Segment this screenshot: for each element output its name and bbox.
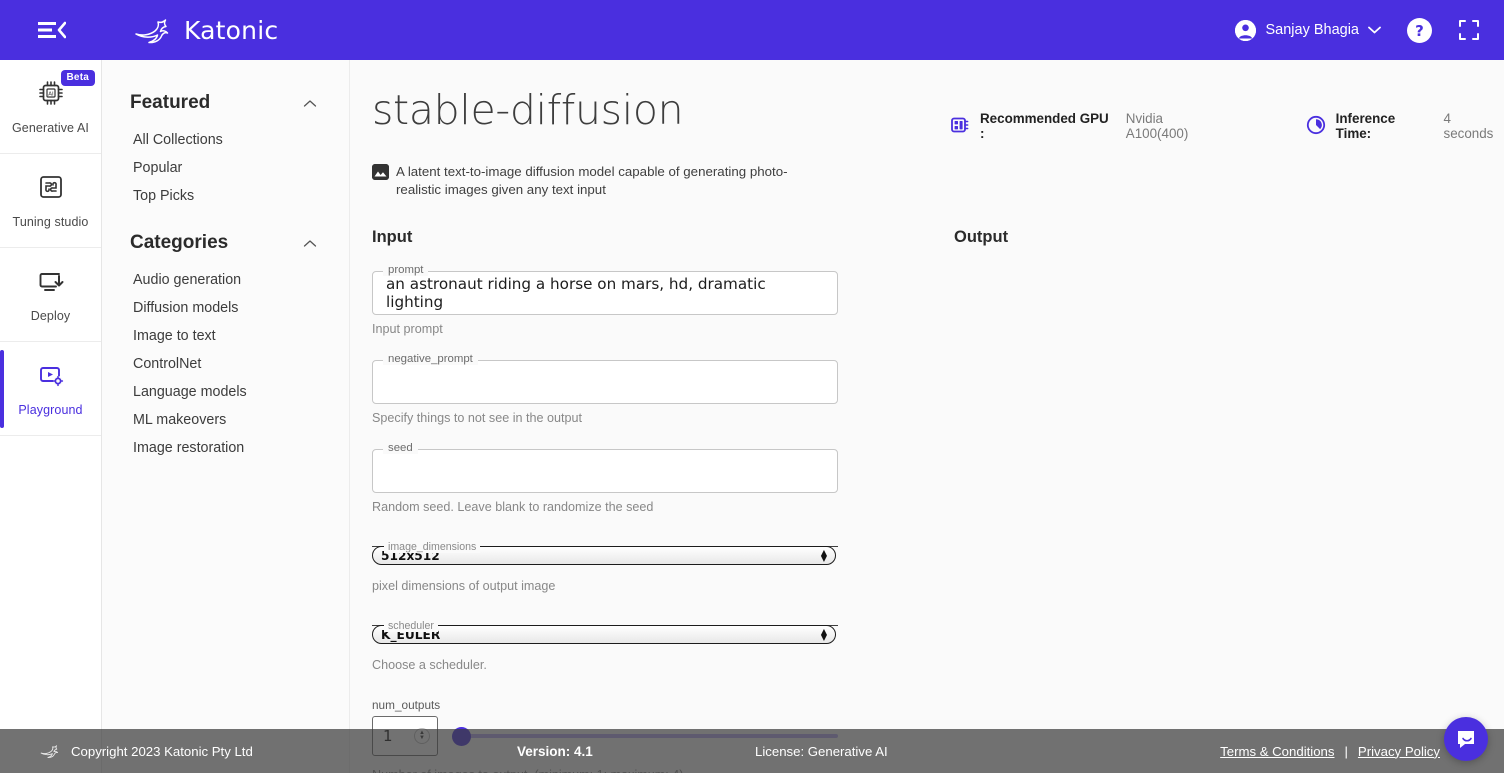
fullscreen-icon[interactable] [1458,19,1480,41]
subnav-group-categories[interactable]: Categories [102,232,349,254]
footer-separator: | [1344,743,1348,759]
subnav-item-diffusion-models[interactable]: Diffusion models [102,294,349,322]
prompt-help: Input prompt [372,322,443,336]
subnav-item-ml-makeovers[interactable]: ML makeovers [102,406,349,434]
subnav-item-top-picks[interactable]: Top Picks [102,182,349,210]
chevron-down-icon[interactable] [1368,22,1381,38]
terms-link[interactable]: Terms & Conditions [1220,744,1334,759]
sidebar-item-label: Playground [18,403,83,417]
subnav-group-title: Featured [130,92,211,113]
user-name: Sanjay Bhagia [1265,22,1359,38]
image-dimensions-label: image_dimensions [384,542,481,553]
output-heading: Output [954,228,1009,246]
negative-prompt-label: negative_prompt [383,353,478,366]
negative-prompt-help: Specify things to not see in the output [372,411,583,425]
monitor-download-icon [36,266,66,301]
privacy-link[interactable]: Privacy Policy [1358,744,1440,759]
scheduler-help: Choose a scheduler. [372,658,487,672]
subnav-item-controlnet[interactable]: ControlNet [102,350,349,378]
sidebar-item-generative-ai[interactable]: Beta AI Generative AI [0,60,101,154]
subnav-item-image-restoration[interactable]: Image restoration [102,434,349,462]
sidebar-item-label: Generative AI [11,121,90,135]
subnav-item-popular[interactable]: Popular [102,154,349,182]
kangaroo-logo-icon [40,745,59,759]
beta-badge: Beta [60,70,95,86]
sidebar-item-tuning-studio[interactable]: Tuning studio [0,154,101,248]
gpu-value: Nvidia A100(400) [1125,111,1189,141]
subnav-group-title: Categories [130,232,229,253]
model-meta: Recommended GPU : Nvidia A100(400) Infer… [950,111,1504,141]
field-seed: seed Random seed. Leave blank to randomi… [372,442,838,514]
inference-value: 4 seconds [1443,111,1494,141]
footer-version: Version: 4.1 [517,743,593,759]
field-prompt: prompt an astronaut riding a horse on ma… [372,264,838,336]
sidebar-item-label: Tuning studio [12,215,89,229]
help-circle-icon[interactable]: ? [1407,17,1432,43]
output-panel: Output [954,228,1374,247]
image-dimensions-help: pixel dimensions of output image [372,579,556,593]
sidebar-item-label: Deploy [30,309,71,323]
user-menu[interactable]: Sanjay Bhagia [1235,19,1381,41]
svg-text:AI: AI [48,91,54,97]
field-image-dimensions: image_dimensions 512x512 ▲ ▼ pixel dimens… [372,542,838,593]
scheduler-select[interactable]: K_EULER ▲ ▼ [372,625,836,644]
subnav-item-audio-generation[interactable]: Audio generation [102,266,349,294]
footer-license: License: Generative AI [755,743,888,759]
scheduler-label: scheduler [384,621,438,632]
secondary-sidebar: Featured All Collections Popular Top Pic… [102,60,350,773]
seed-label: seed [383,442,418,455]
seed-help: Random seed. Leave blank to randomize th… [372,500,654,514]
sidebar-item-playground[interactable]: Playground [0,342,101,436]
chevron-up-icon[interactable] [303,237,317,250]
recommended-gpu: Recommended GPU : Nvidia A100(400) [950,111,1228,141]
image-placeholder-icon [372,164,389,180]
menu-collapse-icon[interactable] [34,16,70,44]
footer-links: Terms & Conditions | Privacy Policy [1220,744,1440,759]
subnav-item-image-to-text[interactable]: Image to text [102,322,349,350]
avatar [1235,19,1257,41]
model-description: A latent text-to-image diffusion model c… [372,163,822,199]
kangaroo-logo-icon [135,19,169,44]
negative-prompt-input[interactable]: negative_prompt [372,353,838,404]
sidebar-item-deploy[interactable]: Deploy [0,248,101,342]
prompt-label: prompt [383,264,429,277]
footer-copyright-text: Copyright 2023 Katonic Pty Ltd [71,743,253,759]
seed-input[interactable]: seed [372,442,838,493]
svg-text:?: ? [1415,22,1424,40]
model-description-text: A latent text-to-image diffusion model c… [396,164,788,197]
input-panel: Input prompt an astronaut riding a horse… [372,228,838,773]
subnav-item-all-collections[interactable]: All Collections [102,126,349,154]
app-footer: Copyright 2023 Katonic Pty Ltd Version: … [0,729,1504,773]
brand-name: Katonic [184,15,279,45]
inference-time: Inference Time: 4 seconds [1306,111,1504,141]
subnav-item-language-models[interactable]: Language models [102,378,349,406]
gpu-chip-icon [950,115,970,138]
clock-icon [1306,115,1326,138]
chat-bubble-icon[interactable] [1444,717,1488,761]
app-header: Katonic Sanjay Bhagia ? [0,0,1504,60]
input-heading: Input [372,228,413,246]
video-settings-icon [36,360,66,395]
footer-copyright: Copyright 2023 Katonic Pty Ltd [38,743,253,759]
puzzle-icon [36,172,66,207]
primary-sidebar: Beta AI Generative AI Tuning studio Depl… [0,60,102,773]
subnav-group-featured[interactable]: Featured [102,92,349,114]
header-actions: Sanjay Bhagia ? [1235,17,1480,43]
chevron-up-icon[interactable] [303,97,317,110]
subnav-divider-space [102,210,349,232]
page-title: stable-diffusion [372,86,684,134]
prompt-value: an astronaut riding a horse on mars, hd,… [386,275,766,311]
inference-label: Inference Time: [1335,111,1396,141]
select-arrows-icon: ▲ ▼ [820,547,827,563]
prompt-input[interactable]: prompt an astronaut riding a horse on ma… [372,264,838,315]
gpu-label: Recommended GPU : [980,111,1109,141]
main-content: stable-diffusion A latent text-to-image … [350,60,1504,773]
field-scheduler: scheduler K_EULER ▲ ▼ Choose a scheduler. [372,621,838,672]
num-outputs-label: num_outputs [372,698,441,712]
brand-logo[interactable]: Katonic [130,15,278,45]
field-negative-prompt: negative_prompt Specify things to not se… [372,353,838,425]
select-arrows-icon: ▲ ▼ [820,626,827,642]
